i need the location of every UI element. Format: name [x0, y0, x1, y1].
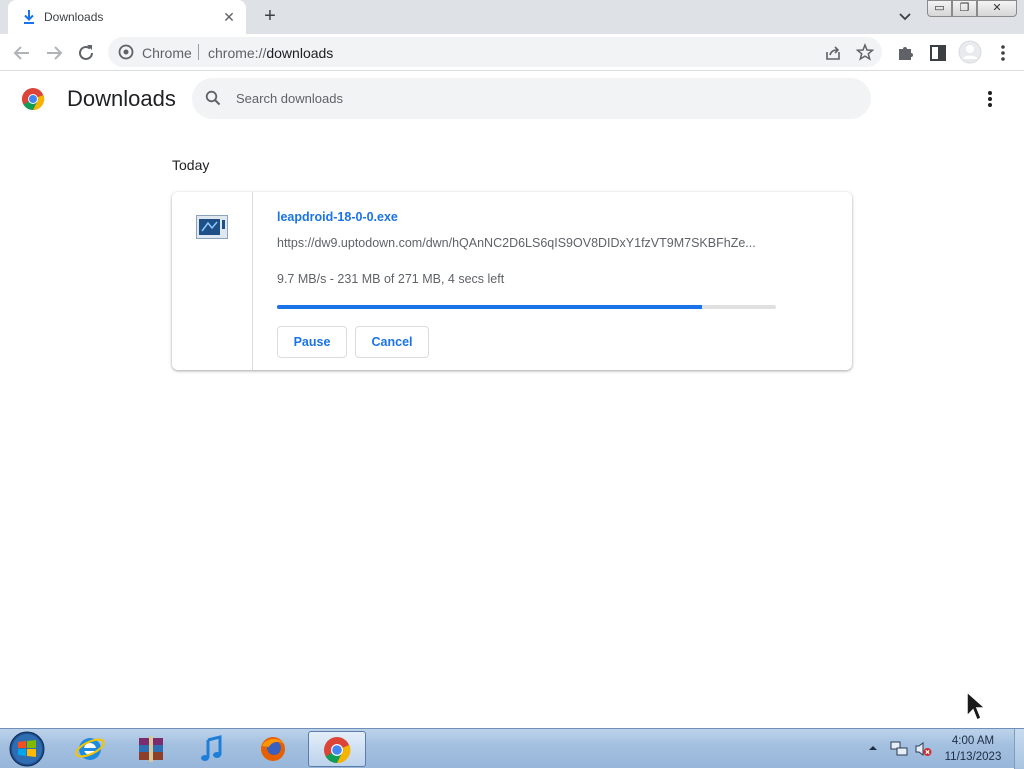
download-icon [24, 10, 34, 24]
page-title: Downloads [67, 86, 176, 111]
new-tab-button[interactable]: + [258, 5, 282, 29]
search-icon [205, 90, 221, 106]
taskbar-internet-explorer[interactable] [62, 731, 118, 767]
share-icon[interactable] [824, 44, 842, 62]
url-text[interactable]: chrome://downloads [208, 45, 333, 61]
site-label: Chrome [142, 45, 192, 61]
chrome-page-icon[interactable] [118, 44, 134, 60]
tab-title: Downloads [44, 10, 104, 24]
clock-time: 4:00 AM [951, 735, 995, 747]
bookmark-star-icon[interactable] [856, 43, 874, 61]
winrar-icon [139, 736, 163, 762]
pause-button[interactable]: Pause [277, 326, 347, 358]
search-downloads-box[interactable] [192, 78, 871, 119]
taskbar-winrar[interactable] [123, 731, 179, 767]
download-item-card: leapdroid-18-0-0.exe https://dw9.uptodow… [172, 192, 852, 370]
internet-explorer-icon [75, 738, 105, 760]
reload-icon[interactable] [75, 42, 97, 64]
back-arrow-icon[interactable] [11, 42, 33, 64]
search-input[interactable] [236, 88, 836, 108]
firefox-icon [261, 737, 285, 761]
file-icon-column [172, 192, 253, 370]
more-actions-icon[interactable] [980, 88, 1000, 110]
itunes-music-note-icon [201, 735, 222, 761]
clock-date: 11/13/2023 [944, 751, 1002, 763]
cancel-button[interactable]: Cancel [355, 326, 429, 358]
tab-downloads[interactable]: Downloads ✕ [8, 0, 246, 34]
taskbar-chrome-active[interactable] [308, 731, 366, 767]
show-desktop-button[interactable] [1014, 729, 1024, 769]
omnibox-separator [198, 44, 199, 60]
mouse-cursor-icon [966, 690, 987, 722]
chrome-logo-icon [22, 88, 45, 111]
download-status-text: 9.7 MB/s - 231 MB of 271 MB, 4 secs left [277, 272, 505, 286]
show-hidden-icons-arrow-icon[interactable] [868, 743, 878, 753]
chrome-taskbar-icon [324, 737, 351, 764]
windows-start-orb-icon[interactable] [6, 730, 48, 768]
download-source-url[interactable]: https://dw9.uptodown.com/dwn/hQAnNC2D6LS… [277, 236, 777, 250]
volume-muted-icon[interactable] [914, 741, 932, 757]
tab-close-icon[interactable]: ✕ [220, 8, 238, 26]
profile-avatar-icon[interactable] [958, 40, 982, 64]
download-file-name-link[interactable]: leapdroid-18-0-0.exe [277, 210, 398, 224]
date-section-heading: Today [172, 157, 210, 173]
window-close-button[interactable]: ✕ [977, 0, 1017, 17]
address-bar[interactable]: Chrome chrome://downloads [108, 37, 882, 67]
extensions-puzzle-icon[interactable] [895, 42, 917, 64]
windows-taskbar: 4:00 AM 11/13/2023 [0, 728, 1024, 769]
taskbar-firefox[interactable] [245, 731, 301, 767]
download-progress-bar [277, 305, 776, 309]
tab-strip: Downloads ✕ + ▭ ❐ ✕ [0, 0, 1024, 34]
exe-file-icon [196, 215, 228, 239]
forward-arrow-icon[interactable] [43, 42, 65, 64]
system-clock[interactable]: 4:00 AM 11/13/2023 [938, 733, 1008, 765]
taskbar-itunes[interactable] [184, 731, 240, 767]
browser-toolbar: Chrome chrome://downloads [0, 34, 1024, 71]
tab-search-chevron-icon[interactable] [896, 9, 914, 25]
download-progress-fill [277, 305, 703, 309]
chrome-menu-icon[interactable] [992, 42, 1014, 64]
side-panel-icon[interactable] [927, 42, 949, 64]
restore-button[interactable]: ❐ [952, 0, 977, 17]
minimize-button[interactable]: ▭ [927, 0, 952, 17]
network-icon[interactable] [890, 741, 908, 757]
